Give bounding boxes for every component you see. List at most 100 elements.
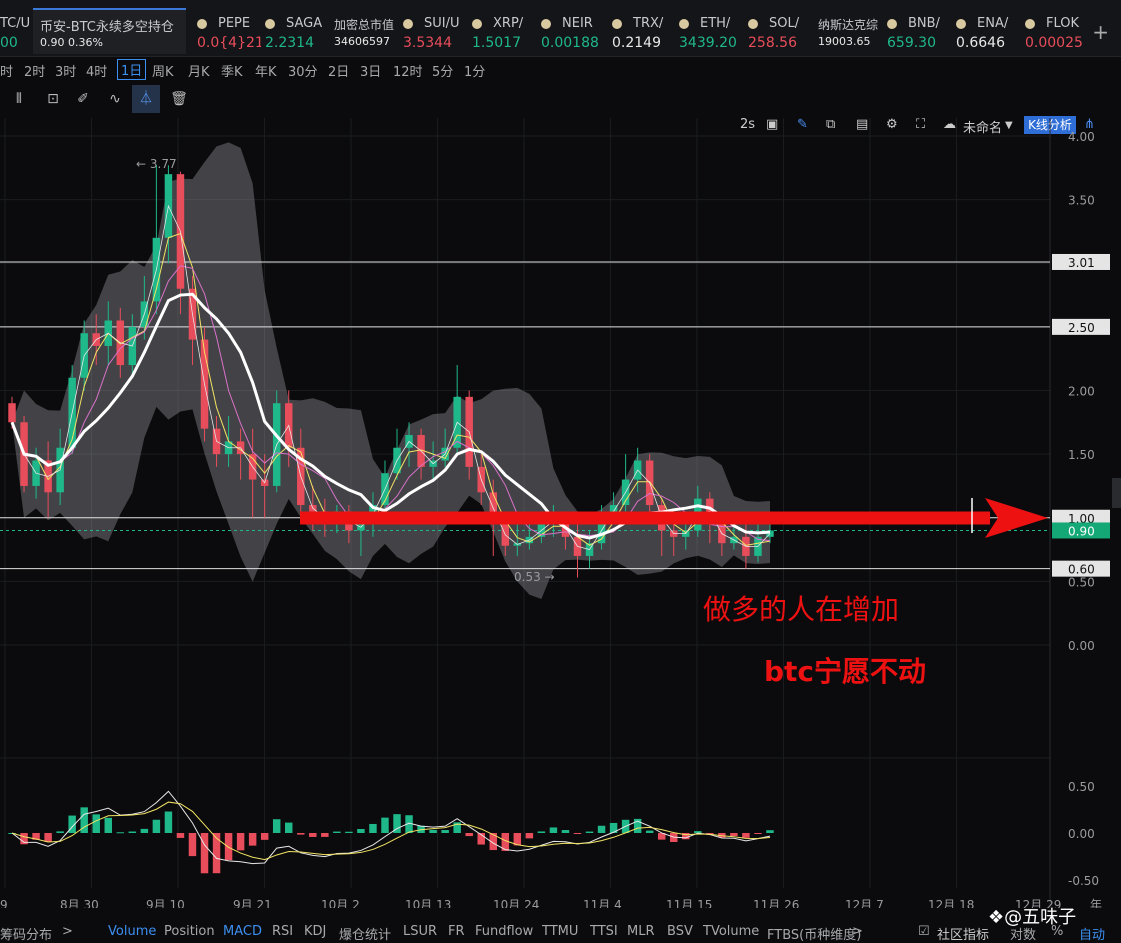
date-tick-label: 9月 10 <box>146 898 185 908</box>
level-price-label: 2.50 <box>1068 321 1095 335</box>
symbol-tab[interactable]: PEPE 0.0{4}21 <box>197 8 261 52</box>
watermark: ❖@五味子 <box>988 903 1076 929</box>
timeframe-7[interactable]: 季K <box>221 61 243 80</box>
symbol-tab[interactable]: ETH/3439.20 <box>679 8 743 52</box>
timeframe-6[interactable]: 月K <box>188 61 210 80</box>
auto-scale-toggle[interactable]: 自动 <box>1079 924 1105 943</box>
macd-histogram-bar <box>766 830 774 833</box>
date-tick-label: 12月 7 <box>845 898 884 908</box>
indicator-7[interactable]: 爆仓统计 <box>339 924 391 943</box>
lock-icon[interactable]: ⊡ <box>44 90 62 108</box>
tab-symbol-name: 币安-BTC永续多空持仓 <box>40 20 174 35</box>
timeframe-10[interactable]: 2日 <box>328 61 349 80</box>
tab-symbol-name: ETH/ <box>700 16 731 31</box>
timeframe-11[interactable]: 3日 <box>360 61 381 80</box>
symbol-tab[interactable]: NEIR 0.00188 <box>541 8 605 52</box>
filter-icon[interactable]: ⏃ <box>132 85 160 113</box>
magnet-icon[interactable]: ∿ <box>106 90 124 108</box>
macd-histogram-bar <box>212 833 221 874</box>
macd-dif-line <box>11 790 771 865</box>
macd-histogram-bar <box>345 831 353 833</box>
tab-price: 0.00188 <box>541 35 599 51</box>
symbol-tab[interactable]: SOL/258.56 <box>748 8 812 52</box>
macd-tick-label: 0.50 <box>1068 780 1095 794</box>
tab-price: 0.0{4}21 <box>197 35 261 51</box>
timeframe-3[interactable]: 4时 <box>86 61 107 80</box>
tab-symbol-name: TRX/ <box>633 16 664 31</box>
timeframe-14[interactable]: 1分 <box>464 61 485 80</box>
symbol-tab[interactable]: 纳斯达克综 19003.65 <box>818 8 882 52</box>
indicator-13[interactable]: MLR <box>627 924 655 939</box>
macd-histogram-bar <box>645 830 654 833</box>
price-tick-label: 3.50 <box>1068 194 1095 208</box>
edit-icon[interactable]: ✐ <box>74 90 92 108</box>
symbol-tab[interactable]: SUI/U 3.5344 <box>403 8 467 52</box>
price-tick-label: 0.50 <box>1068 575 1095 589</box>
candles-icon[interactable]: ⫴ <box>10 90 28 108</box>
tab-price: 0.6646 <box>956 35 1005 51</box>
timeframe-0[interactable]: 时 <box>0 61 13 80</box>
indicator-17[interactable]: > <box>852 924 863 939</box>
symbol-tab[interactable]: 加密总市值 34606597 <box>334 8 398 52</box>
timeframe-9[interactable]: 30分 <box>288 61 318 80</box>
indicator-1[interactable]: > <box>62 924 73 939</box>
timeframe-13[interactable]: 5分 <box>432 61 453 80</box>
timeframe-8[interactable]: 年K <box>255 61 277 80</box>
symbol-tab[interactable]: FLOK 0.00025 <box>1025 8 1089 52</box>
macd-histogram-bar <box>285 822 293 833</box>
macd-histogram-bar <box>525 833 534 839</box>
scroll-handle[interactable] <box>1112 478 1121 508</box>
symbol-tab[interactable]: TRX/0.2149 <box>612 8 676 52</box>
indicator-12[interactable]: TTSI <box>590 924 618 939</box>
indicator-16[interactable]: FTBS(币种维度) <box>767 924 861 943</box>
symbol-tab[interactable]: BNB/659.30 <box>887 8 951 52</box>
indicator-10[interactable]: Fundflow <box>475 924 533 939</box>
symbol-tab[interactable]: ENA/0.6646 <box>956 8 1020 52</box>
coin-icon <box>541 19 551 29</box>
indicator-6[interactable]: KDJ <box>304 924 326 939</box>
timeframe-2[interactable]: 3时 <box>55 61 76 80</box>
indicator-0[interactable]: 筹码分布 <box>0 924 52 943</box>
timeframe-1[interactable]: 2时 <box>24 61 45 80</box>
macd-histogram-bar <box>585 831 594 833</box>
symbol-tab[interactable]: SAGA 2.2314 <box>265 8 329 52</box>
coin-icon <box>748 19 758 29</box>
indicator-15[interactable]: TVolume <box>703 924 759 939</box>
symbol-tab[interactable]: XRP/1.5017 <box>472 8 536 52</box>
watermark-text: @五味子 <box>1004 907 1077 928</box>
annotation-line-2: btc宁愿不动 <box>764 655 927 688</box>
indicator-2[interactable]: Volume <box>108 924 156 939</box>
macd-histogram-bar <box>730 833 738 837</box>
indicator-14[interactable]: BSV <box>667 924 693 939</box>
timeframe-5[interactable]: 周K <box>152 61 174 80</box>
price-chart[interactable]: 4.003.503.012.502.001.501.000.900.600.50… <box>0 118 1121 908</box>
price-tick-label: 1.50 <box>1068 448 1095 462</box>
indicator-9[interactable]: FR <box>448 924 465 939</box>
community-indicators[interactable]: 社区指标 <box>937 924 989 943</box>
tab-price: 0.90 0.36% <box>40 36 103 49</box>
indicator-11[interactable]: TTMU <box>542 924 578 939</box>
date-tick-label: 10月 24 <box>493 898 539 908</box>
add-tab-icon[interactable]: + <box>1092 20 1109 44</box>
macd-histogram-bar <box>321 833 329 837</box>
macd-histogram-bar <box>272 819 281 833</box>
macd-histogram-bar <box>369 823 377 833</box>
macd-histogram-bar <box>92 814 100 833</box>
edit-icon[interactable]: ☑ <box>918 924 930 939</box>
macd-histogram-bar <box>176 833 185 838</box>
indicator-3[interactable]: Position <box>164 924 215 939</box>
macd-histogram-bar <box>164 811 173 833</box>
timeframe-4[interactable]: 1日 <box>117 59 147 80</box>
macd-histogram-bar <box>309 833 317 837</box>
coin-icon <box>612 19 622 29</box>
macd-histogram-bar <box>224 833 233 861</box>
date-tick-label: 9 <box>0 898 8 908</box>
tab-price: 0.00025 <box>1025 35 1083 51</box>
indicator-8[interactable]: LSUR <box>403 924 437 939</box>
symbol-tab[interactable]: 币安-BTC永续多空持仓 0.90 0.36% <box>40 8 186 52</box>
indicator-4[interactable]: MACD <box>223 924 262 939</box>
timeframe-12[interactable]: 12时 <box>393 61 423 80</box>
price-tick-label: 4.00 <box>1068 130 1095 144</box>
trash-icon[interactable]: 🗑 <box>170 90 188 108</box>
indicator-5[interactable]: RSI <box>272 924 293 939</box>
